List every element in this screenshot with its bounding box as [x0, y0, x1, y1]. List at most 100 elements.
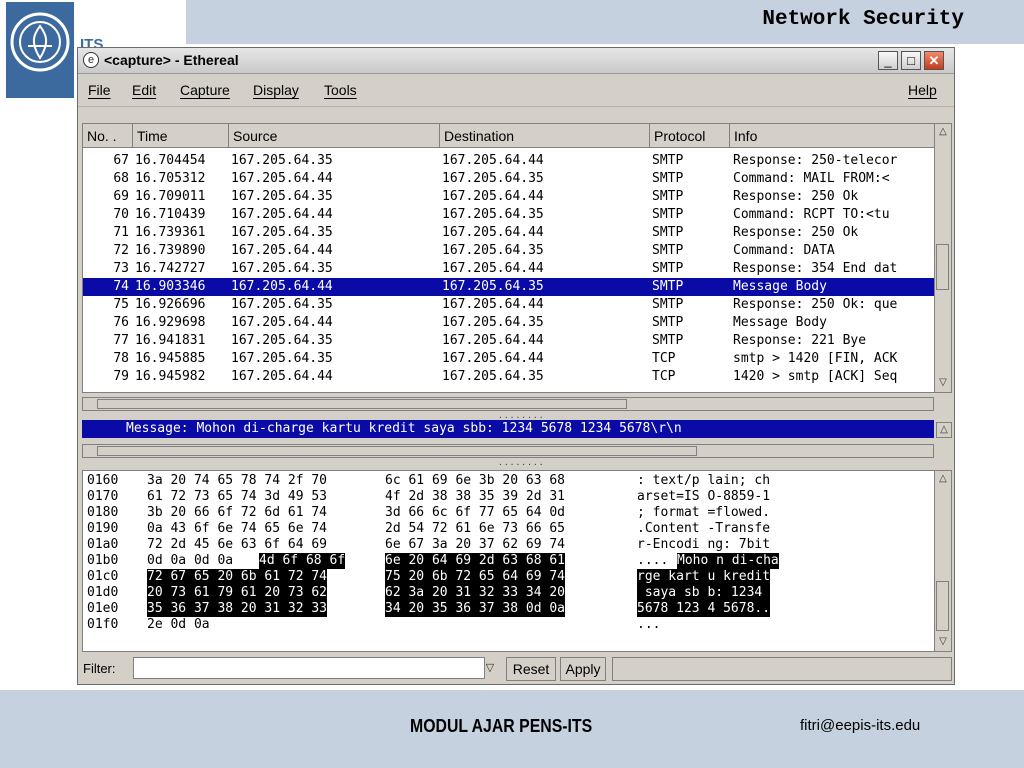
hex-offset: 0170	[87, 489, 119, 504]
hex-bytes: 72 67 65 20 6b 61 72 74	[147, 569, 328, 585]
packet-row[interactable]: 79 16.945982 167.205.64.44 167.205.64.35 TCP…	[83, 368, 935, 386]
hex-bytes: 0a 43 6f 6e 74 65 6e 74	[147, 521, 328, 536]
packet-cell-info: Message Body	[733, 315, 827, 330]
filter-label: Filter:	[83, 661, 116, 676]
menu-display[interactable]: Display	[253, 82, 299, 98]
maximize-icon: □	[907, 53, 915, 68]
packet-cell-time: 16.705312	[135, 171, 206, 186]
packet-cell-protocol: SMTP	[652, 171, 684, 186]
column-header-source[interactable]: Source	[229, 124, 440, 148]
its-logo	[6, 2, 74, 98]
hex-bytes-selected: 6e 20 64 69 2d 63 68 61	[385, 553, 566, 569]
chevron-down-icon[interactable]: ▽	[482, 658, 498, 678]
packet-row[interactable]: 67 16.704454 167.205.64.35 167.205.64.44 SMT…	[83, 152, 935, 170]
hex-bytes: 6e 67 3a 20 37 62 69 74	[385, 537, 566, 552]
pane-splitter-grip[interactable]: ........	[498, 459, 545, 467]
menu-edit[interactable]: Edit	[132, 82, 156, 98]
packet-row[interactable]: 75 16.926696 167.205.64.35 167.205.64.44 SMT…	[83, 296, 935, 314]
column-header-destination[interactable]: Destination	[440, 124, 650, 148]
packet-row[interactable]: 73 16.742727 167.205.64.35 167.205.64.44 SMT…	[83, 260, 935, 278]
menu-help[interactable]: Help	[908, 82, 937, 98]
hex-bytes: 72 2d 45 6e 63 6f 64 69	[147, 537, 328, 552]
packet-row[interactable]: 71 16.739361 167.205.64.35 167.205.64.44 SMT…	[83, 224, 935, 242]
window-titlebar[interactable]: e <capture> - Ethereal _ □ ✕	[78, 48, 954, 74]
packet-cell-time: 16.903346	[135, 279, 206, 294]
packet-cell-no: 78	[113, 351, 129, 366]
menu-capture[interactable]: Capture	[180, 82, 230, 98]
packet-cell-protocol: TCP	[652, 351, 676, 366]
hex-bytes: 20 73 61 79 61 20 73 62	[147, 585, 328, 601]
minimize-icon: _	[884, 53, 892, 68]
hex-offset: 01a0	[87, 537, 119, 552]
packet-cell-destination: 167.205.64.35	[442, 243, 544, 258]
menu-tools[interactable]: Tools	[324, 82, 357, 98]
detail-hscroll-thumb[interactable]	[97, 446, 697, 456]
close-button[interactable]: ✕	[924, 51, 944, 70]
hex-scroll-down-icon[interactable]: ▽	[936, 635, 950, 649]
packet-cell-info: 1420 > smtp [ACK] Seq	[733, 369, 898, 384]
hex-bytes: 0d 0a 0d 0a	[147, 553, 241, 568]
hex-offset: 01b0	[87, 553, 119, 568]
packet-cell-time: 16.945885	[135, 351, 206, 366]
hex-bytes: 34 20 35 36 37 38 0d 0a	[385, 601, 566, 617]
column-header-protocol[interactable]: Protocol	[650, 124, 730, 148]
hex-scroll-up-icon[interactable]: △	[936, 472, 950, 486]
filter-bar: Filter: ▽ Reset Apply	[78, 654, 954, 684]
packet-row[interactable]: 72 16.739890 167.205.64.44 167.205.64.35 SMT…	[83, 242, 935, 260]
minimize-button[interactable]: _	[878, 51, 898, 70]
packet-row[interactable]: 68 16.705312 167.205.64.44 167.205.64.35 SMT…	[83, 170, 935, 188]
scroll-up-icon[interactable]: △	[936, 125, 950, 139]
scroll-thumb[interactable]	[936, 244, 949, 290]
packet-cell-no: 70	[113, 207, 129, 222]
packet-row[interactable]: 78 16.945885 167.205.64.35 167.205.64.44 TCP…	[83, 350, 935, 368]
packet-cell-time: 16.739890	[135, 243, 206, 258]
scroll-down-icon[interactable]: ▽	[936, 376, 950, 390]
column-header-info[interactable]: Info	[730, 124, 935, 148]
hex-ascii: rge kart u kredit	[637, 569, 771, 585]
packet-row[interactable]: 74 16.903346 167.205.64.44 167.205.64.35 SMT…	[83, 278, 935, 296]
packet-row[interactable]: 76 16.929698 167.205.64.44 167.205.64.35 SMT…	[83, 314, 935, 332]
column-header-time[interactable]: Time	[133, 124, 229, 148]
detail-hscrollbar[interactable]	[82, 444, 934, 458]
packet-cell-no: 76	[113, 315, 129, 330]
hex-offset: 01c0	[87, 569, 119, 584]
apply-button[interactable]: Apply	[560, 657, 606, 681]
packet-list: No. . Time Source Destination Protocol I…	[82, 123, 952, 393]
packet-list-scrollbar[interactable]: △ ▽	[934, 124, 951, 392]
reset-button[interactable]: Reset	[506, 657, 556, 681]
packet-row[interactable]: 77 16.941831 167.205.64.35 167.205.64.44 SMT…	[83, 332, 935, 350]
packet-cell-source: 167.205.64.44	[231, 315, 333, 330]
packet-cell-protocol: SMTP	[652, 189, 684, 204]
hex-scrollbar[interactable]: △ ▽	[934, 471, 951, 651]
packet-cell-info: Message Body	[733, 279, 827, 294]
maximize-button[interactable]: □	[901, 51, 921, 70]
packet-cell-destination: 167.205.64.35	[442, 369, 544, 384]
hscroll-thumb[interactable]	[97, 399, 627, 409]
footer-email: fitri@eepis-its.edu	[800, 717, 921, 734]
hex-scroll-thumb[interactable]	[936, 581, 949, 631]
column-header-no[interactable]: No. .	[83, 124, 133, 148]
packet-row[interactable]: 70 16.710439 167.205.64.44 167.205.64.35 SMT…	[83, 206, 935, 224]
ethereal-window: e <capture> - Ethereal _ □ ✕ File Edit C…	[77, 47, 955, 685]
hex-offset: 01d0	[87, 585, 119, 600]
filter-input[interactable]	[133, 657, 485, 679]
packet-row[interactable]: 69 16.709011 167.205.64.35 167.205.64.44 SMT…	[83, 188, 935, 206]
packet-cell-info: Command: RCPT TO:<tu	[733, 207, 890, 222]
packet-cell-no: 69	[113, 189, 129, 204]
packet-cell-source: 167.205.64.35	[231, 153, 333, 168]
hex-offset: 0190	[87, 521, 119, 536]
hex-ascii: r-Encodi ng: 7bit	[637, 537, 771, 552]
packet-cell-destination: 167.205.64.35	[442, 207, 544, 222]
hex-dump: 0160 3a 20 74 65 78 74 2f 70 6c 61 69 6e 3…	[82, 470, 952, 652]
detail-message-line[interactable]: Message: Mohon di-charge kartu kredit sa…	[82, 420, 934, 438]
pane-splitter-grip[interactable]: ........	[498, 412, 545, 420]
packet-cell-no: 77	[113, 333, 129, 348]
packet-cell-destination: 167.205.64.35	[442, 279, 544, 294]
packet-list-hscrollbar[interactable]	[82, 397, 934, 411]
menu-file[interactable]: File	[88, 82, 111, 98]
detail-scroll-up-icon[interactable]: △	[936, 422, 952, 438]
packet-detail: Message: Mohon di-charge kartu kredit sa…	[82, 420, 952, 440]
packet-cell-info: Response: 354 End dat	[733, 261, 898, 276]
packet-cell-destination: 167.205.64.44	[442, 333, 544, 348]
hex-bytes: 2d 54 72 61 6e 73 66 65	[385, 521, 566, 536]
